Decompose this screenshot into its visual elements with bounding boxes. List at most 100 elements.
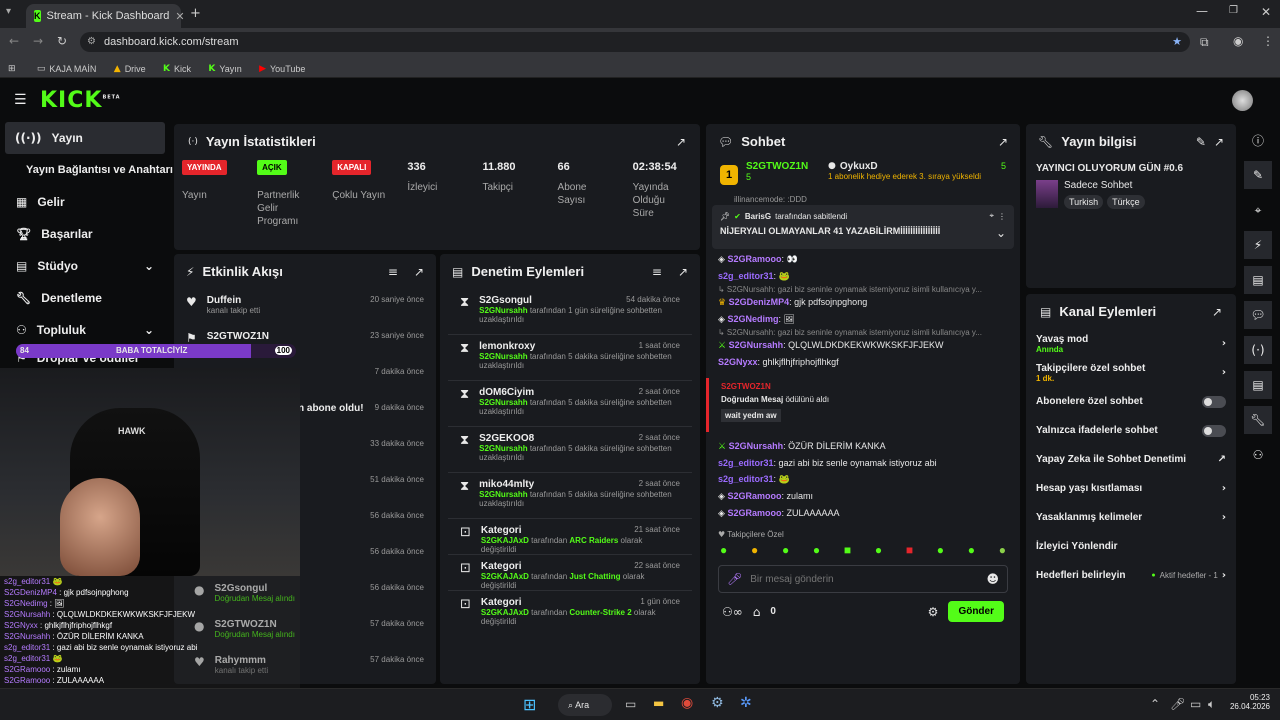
filter-icon[interactable]: ≡ [388, 265, 398, 279]
sidebar-item-stream-key[interactable]: Yayın Bağlantısı ve Anahtarı [0, 154, 173, 186]
users-infinity-icon[interactable]: ⚇∞ [722, 605, 743, 619]
hamburger-menu-icon[interactable]: ☰ [14, 92, 27, 108]
wrench-icon[interactable]: 🔧︎ [1244, 406, 1272, 434]
more-icon[interactable]: ⋮ [998, 212, 1006, 221]
kick-logo[interactable]: KICKBETA [40, 88, 121, 113]
minimize-icon[interactable]: — [1196, 4, 1208, 18]
chat-input[interactable]: 🎤︎ ☻ [718, 565, 1008, 593]
popout-icon[interactable]: ↗ [678, 265, 688, 279]
channel-icon[interactable]: ▤ [1244, 371, 1272, 399]
chat-username[interactable]: S2GRamooo [727, 508, 781, 518]
slow-mode-row[interactable]: Yavaş mod Anında › [1026, 329, 1236, 358]
emote-icon[interactable]: ● [751, 543, 758, 557]
sidebar-item-basarilar[interactable]: 🏆︎ Başarılar [0, 218, 170, 250]
extensions-icon[interactable]: ⧉ [1200, 35, 1209, 50]
bookmark-drive[interactable]: ▲ Drive [114, 64, 146, 74]
chat-username[interactable]: S2GNyxx [718, 357, 758, 367]
popout-icon[interactable]: ↗ [414, 265, 424, 279]
bookmark-kick[interactable]: K Kick [163, 64, 191, 74]
url-bar[interactable]: ⚙ dashboard.kick.com/stream ★ [80, 32, 1190, 52]
emote-icon[interactable]: ● [999, 543, 1006, 557]
emote-icon[interactable]: ● [937, 543, 944, 557]
emoji-icon[interactable]: ☻ [986, 572, 999, 586]
pinned-message[interactable]: 📌︎ ✔ BarisG tarafından sabitlendi ⌖ ⋮ NİJERYA… [712, 205, 1014, 249]
popout-icon[interactable]: ↗ [1214, 135, 1224, 149]
browser-menu-icon[interactable]: ⋮ [1262, 34, 1274, 48]
chat-username[interactable]: s2g_editor31 [718, 458, 774, 468]
community-icon[interactable]: ⚇ [1244, 441, 1272, 469]
chat-username[interactable]: S2GRamooo [727, 491, 781, 501]
chat-username[interactable]: S2GRamooo [727, 254, 781, 264]
chat-username[interactable]: S2GNursahh [729, 340, 784, 350]
chat-username[interactable]: s2g_editor31 [718, 474, 774, 484]
tray-chevron-icon[interactable]: ⌃ [1150, 697, 1160, 711]
file-explorer-icon[interactable]: ▬ [653, 696, 664, 710]
bookmark-youtube[interactable]: ▶ YouTube [259, 64, 305, 74]
reload-icon[interactable]: ↻ [57, 34, 67, 48]
raid-row[interactable]: İzleyici Yönlendir [1026, 532, 1236, 561]
back-icon[interactable]: ← [9, 34, 19, 48]
tab-search-icon[interactable]: ▾ [6, 6, 11, 17]
emote-only-toggle[interactable] [1202, 424, 1226, 437]
chat-username[interactable]: S2GNursahh [729, 441, 784, 451]
network-icon[interactable]: ▭ [1190, 697, 1201, 711]
unpin-icon[interactable]: ⌖ [989, 211, 994, 221]
clock[interactable]: 05:23 26.04.2026 [1226, 693, 1270, 711]
bookmark-kaja-main[interactable]: ▭ KAJA MAİN [37, 64, 97, 74]
emote-icon[interactable]: ● [720, 543, 727, 557]
steam-icon[interactable]: ⚙ [711, 695, 724, 711]
edit-icon[interactable]: ✎ [1244, 161, 1272, 189]
site-info-icon[interactable]: ⚙ [87, 32, 96, 52]
microphone-icon[interactable]: 🎤︎ [727, 572, 742, 586]
task-view-icon[interactable]: ▭ [625, 697, 636, 711]
maximize-icon[interactable]: ❐ [1229, 5, 1238, 16]
send-button[interactable]: Gönder [948, 601, 1004, 622]
sidebar-item-studyo[interactable]: ▤ Stüdyo ⌄ [0, 250, 170, 282]
sidebar-item-topluluk[interactable]: ⚇ Topluluk ⌄ [0, 314, 170, 346]
browser-tab[interactable]: K Stream - Kick Dashboard ✕ [26, 4, 185, 28]
close-tab-icon[interactable]: ✕ [175, 10, 184, 23]
avatar[interactable] [1232, 90, 1253, 111]
settings-icon[interactable]: ⚙ [928, 605, 939, 619]
edit-icon[interactable]: ✎ [1196, 135, 1206, 149]
sidebar-item-denetleme[interactable]: 🔧︎ Denetleme [0, 282, 170, 314]
windows-start-icon[interactable]: ⊞ [523, 695, 536, 714]
subs-only-toggle[interactable] [1202, 395, 1226, 408]
popout-icon[interactable]: ↗ [676, 135, 686, 149]
broadcast-icon[interactable]: (·) [1244, 336, 1272, 364]
sidebar-item-gelir[interactable]: ▦ Gelir [0, 186, 170, 218]
chrome-icon[interactable]: ◉ [681, 695, 693, 711]
emote-icon[interactable]: ■ [844, 543, 851, 557]
chat-username[interactable]: S2GNedimg [727, 314, 778, 324]
emote-icon[interactable]: ● [813, 543, 820, 557]
chat-bubble-icon[interactable]: 💬︎ [1244, 301, 1272, 329]
banned-words-row[interactable]: Yasaklanmış kelimeler › [1026, 503, 1236, 532]
bookmark-yayin[interactable]: K Yayın [208, 64, 241, 74]
popout-icon[interactable]: ↗ [998, 135, 1008, 149]
chat-username[interactable]: s2g_editor31 [718, 271, 774, 281]
bookmark-star-icon[interactable]: ★ [1172, 32, 1182, 52]
apps-icon[interactable]: ⊞ [8, 63, 16, 74]
close-window-icon[interactable]: ✕ [1261, 5, 1271, 19]
volume-icon[interactable]: 🔈︎ [1208, 697, 1215, 712]
account-age-row[interactable]: Hesap yaşı kısıtlaması › [1026, 474, 1236, 503]
chevron-down-icon[interactable]: ⌄ [996, 226, 1006, 240]
taskbar-search[interactable]: ⌕ Ara [558, 694, 612, 716]
forward-icon[interactable]: → [33, 34, 43, 48]
message-field[interactable] [750, 573, 979, 585]
tag[interactable]: Turkish [1064, 195, 1104, 209]
info-icon[interactable]: ⓘ [1244, 126, 1272, 154]
category-name[interactable]: Sadece Sohbet [1064, 180, 1145, 191]
emote-icon[interactable]: ■ [906, 543, 913, 557]
popout-icon[interactable]: ↗ [1212, 305, 1222, 319]
chat-username[interactable]: S2GDenizMP4 [729, 297, 790, 307]
filter-icon[interactable]: ≡ [652, 265, 662, 279]
microphone-icon[interactable]: 🎤︎ [1170, 697, 1185, 711]
ai-moderation-row[interactable]: Yapay Zeka ile Sohbet Denetimi ↗ [1026, 445, 1236, 474]
goals-row[interactable]: Hedefleri belirleyin ● Aktif hedefler - 1 › [1026, 561, 1236, 590]
app-icon[interactable]: ✲ [740, 695, 752, 711]
target-icon[interactable]: ⌖ [1244, 196, 1272, 224]
emote-icon[interactable]: ● [782, 543, 789, 557]
emote-icon[interactable]: ● [875, 543, 882, 557]
followers-only-row[interactable]: Takipçilere özel sohbet 1 dk. › [1026, 358, 1236, 387]
